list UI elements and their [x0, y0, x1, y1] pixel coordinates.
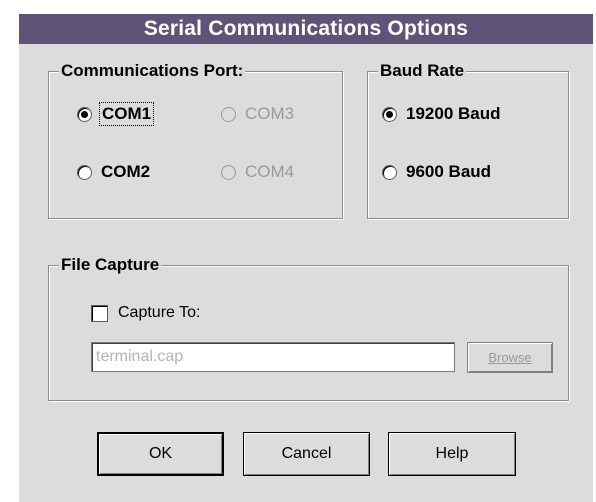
- serial-options-dialog: Serial Communications Options Communicat…: [0, 0, 596, 502]
- radio-19200-baud[interactable]: 19200 Baud: [382, 104, 501, 124]
- capture-to-label: Capture To:: [118, 304, 201, 321]
- com3-label: COM3: [245, 104, 295, 123]
- com3-radio-icon: [221, 106, 236, 122]
- baud-9600-radio-icon[interactable]: [382, 164, 397, 180]
- baud-rate-group: Baud Rate 19200 Baud 9600 Baud: [367, 61, 569, 219]
- baud-19200-radio-icon[interactable]: [382, 106, 397, 122]
- baud-rate-label: Baud Rate: [378, 61, 467, 81]
- file-capture-label: File Capture: [59, 255, 162, 275]
- baud-9600-label: 9600 Baud: [406, 162, 492, 181]
- baud-19200-label: 19200 Baud: [406, 104, 501, 123]
- radio-com2[interactable]: COM2: [77, 162, 150, 182]
- com4-label: COM4: [245, 162, 295, 181]
- capture-to-checkbox-row[interactable]: Capture To:: [91, 304, 200, 322]
- capture-filename-value: terminal.cap: [96, 348, 184, 365]
- cancel-button-label: Cancel: [281, 445, 332, 462]
- dialog-client-area: Communications Port: COM1 COM3 COM2 COM4…: [19, 44, 593, 502]
- selected-dot-icon: [386, 110, 393, 118]
- radio-com4: COM4: [221, 162, 294, 182]
- com1-radio-icon[interactable]: [77, 106, 92, 122]
- communications-port-label: Communications Port:: [59, 61, 246, 81]
- com1-label: COM1: [98, 102, 155, 126]
- capture-to-checkbox[interactable]: [91, 304, 108, 322]
- browse-button-label: Browse: [488, 350, 532, 365]
- radio-com1[interactable]: COM1: [77, 102, 155, 126]
- communications-port-group: Communications Port: COM1 COM3 COM2 COM4: [48, 61, 343, 219]
- help-button[interactable]: Help: [388, 432, 516, 476]
- com4-radio-icon: [221, 164, 236, 180]
- cancel-button[interactable]: Cancel: [243, 432, 370, 476]
- ok-button[interactable]: OK: [97, 432, 224, 476]
- ok-button-label: OK: [148, 445, 173, 462]
- dialog-title: Serial Communications Options: [19, 14, 593, 44]
- help-button-label: Help: [435, 445, 469, 462]
- selected-dot-icon: [81, 110, 88, 118]
- file-capture-group: File Capture Capture To:: [48, 255, 569, 401]
- browse-button[interactable]: Browse: [467, 342, 553, 373]
- radio-9600-baud[interactable]: 9600 Baud: [382, 162, 491, 182]
- capture-filename-input[interactable]: terminal.cap: [91, 342, 455, 372]
- radio-com3: COM3: [221, 104, 294, 124]
- dialog-title-text: Serial Communications Options: [143, 17, 469, 40]
- com2-radio-icon[interactable]: [77, 164, 92, 180]
- com2-label: COM2: [101, 162, 151, 181]
